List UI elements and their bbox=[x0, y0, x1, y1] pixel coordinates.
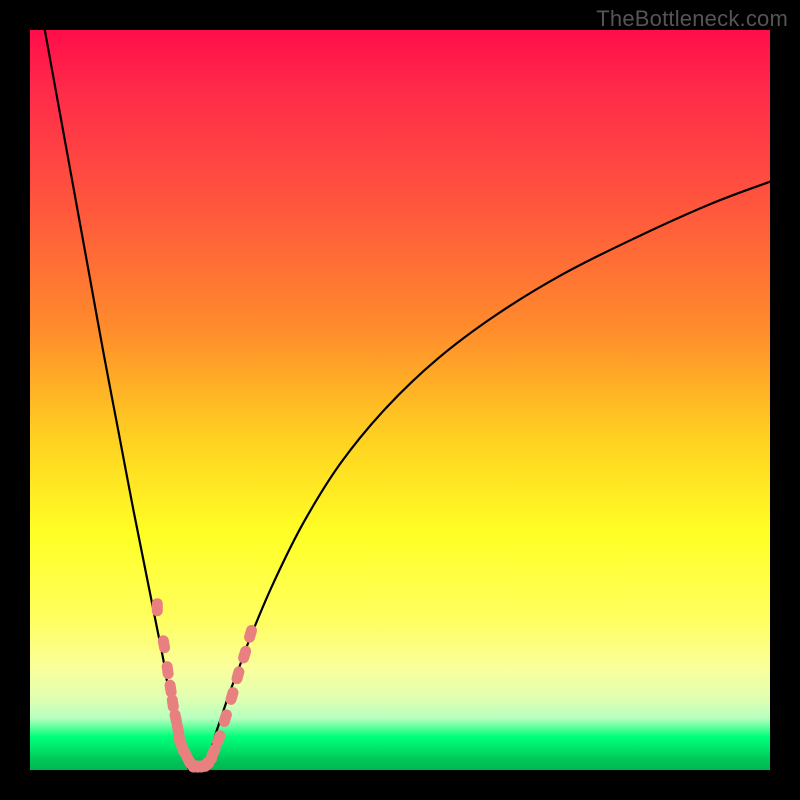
chart-frame: TheBottleneck.com bbox=[0, 0, 800, 800]
scatter-dot bbox=[217, 708, 233, 729]
scatter-dots bbox=[152, 598, 259, 774]
right-branch-line bbox=[204, 182, 770, 770]
curve-layer bbox=[30, 30, 770, 770]
scatter-dot bbox=[157, 634, 171, 654]
scatter-dot bbox=[161, 660, 174, 679]
scatter-dot bbox=[237, 644, 253, 665]
watermark-text: TheBottleneck.com bbox=[596, 6, 788, 32]
scatter-dot bbox=[243, 624, 259, 644]
scatter-dot bbox=[152, 598, 163, 616]
left-branch-line bbox=[45, 30, 189, 770]
